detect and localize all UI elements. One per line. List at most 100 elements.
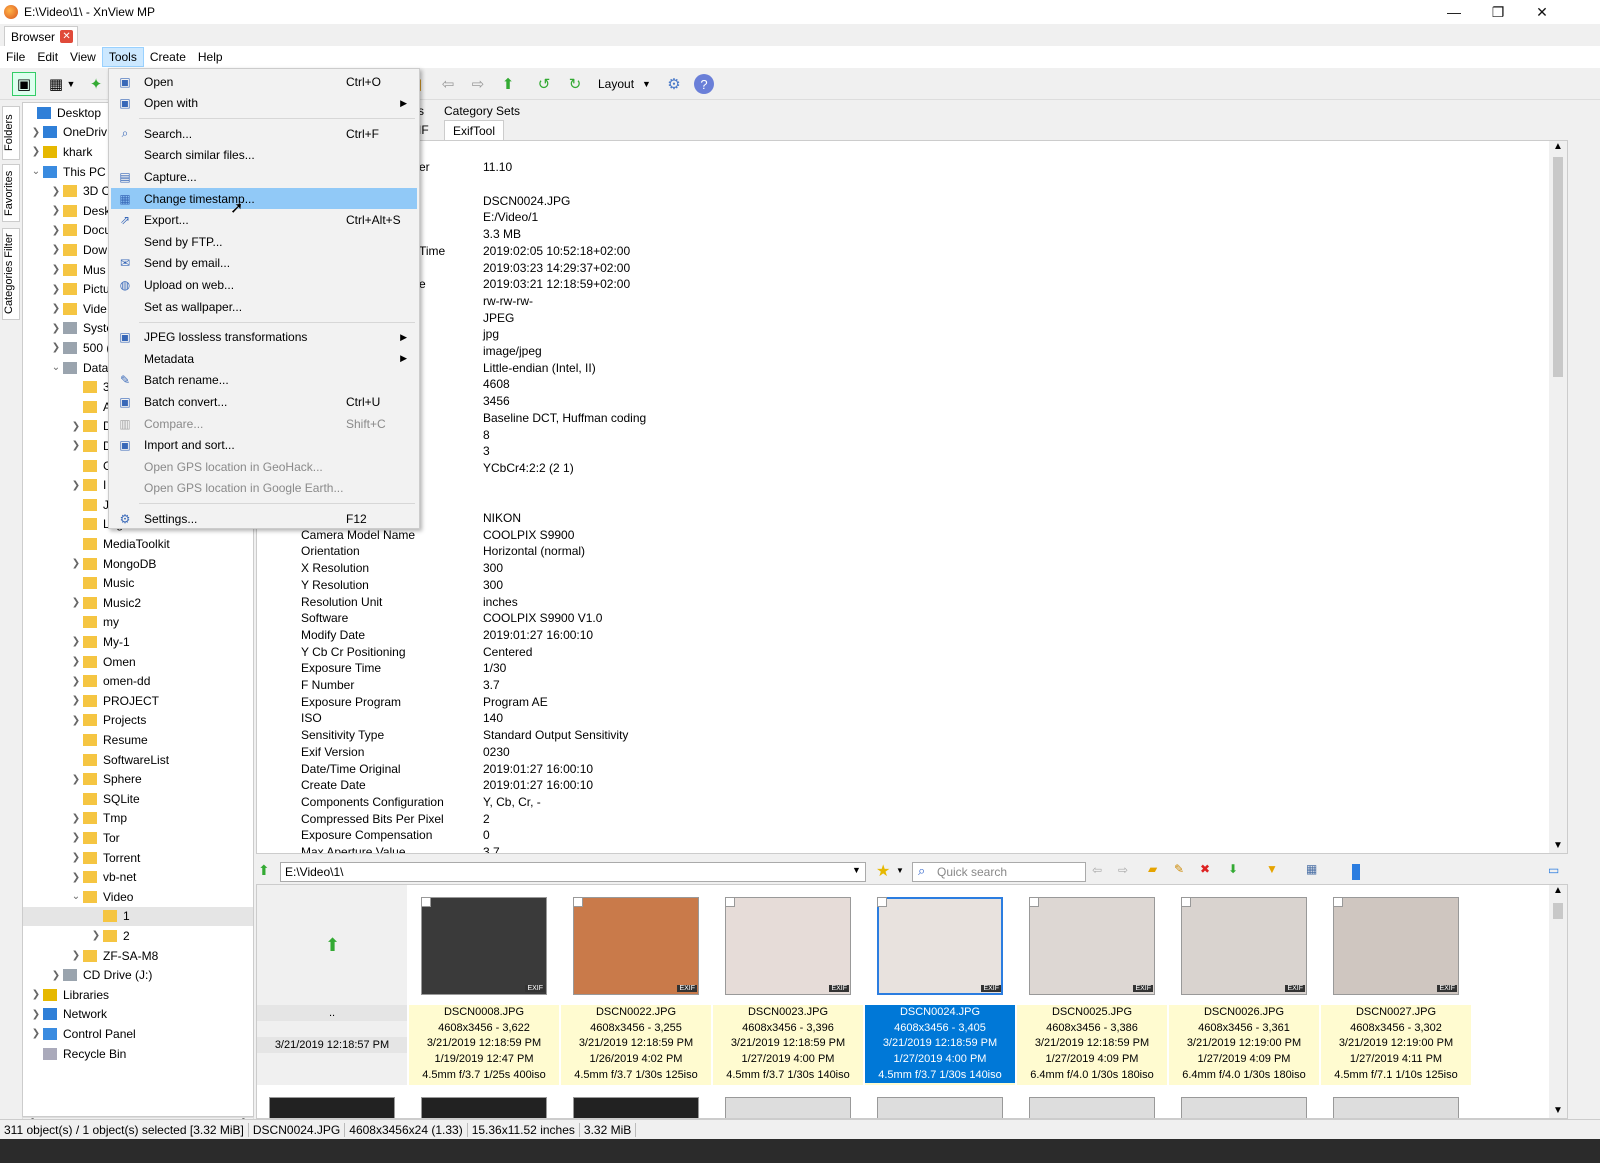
- tree-expand-arrow-icon[interactable]: ❯: [69, 813, 83, 824]
- thumbnail-checkbox[interactable]: [1333, 897, 1343, 907]
- layout-dropdown[interactable]: Layout ▼: [598, 72, 656, 96]
- refresh-icon[interactable]: ✦: [84, 72, 108, 96]
- slider-handle[interactable]: [1352, 864, 1360, 880]
- tree-expand-arrow-icon[interactable]: ❯: [29, 146, 43, 157]
- tree-item[interactable]: MediaToolkit: [69, 534, 170, 554]
- rotate-right-icon[interactable]: ↻: [563, 72, 587, 96]
- sort-icon[interactable]: ⬇: [1228, 862, 1238, 876]
- tab-exiftool[interactable]: ExifTool: [444, 120, 505, 140]
- tree-item[interactable]: ❯ I: [69, 475, 107, 495]
- tree-expand-arrow-icon[interactable]: ❯: [49, 225, 63, 236]
- tree-item[interactable]: ❯ Desk: [49, 201, 111, 221]
- thumbnail-checkbox[interactable]: [1029, 897, 1039, 907]
- tree-expand-arrow-icon[interactable]: ❯: [69, 852, 83, 863]
- tab-browser[interactable]: Browser ✕: [4, 26, 79, 46]
- menu-item-change-timestamp[interactable]: ▦ Change timestamp...: [111, 188, 417, 209]
- scroll-up-icon[interactable]: ▲: [1553, 141, 1563, 152]
- thumbnail-mode-icon[interactable]: ▦: [1306, 862, 1317, 876]
- thumbnail-cell[interactable]: EXIF DSCN0027.JPG 4608x3456 - 3,302 3/21/20…: [1321, 885, 1471, 1085]
- thumbnail-cell-partial[interactable]: [421, 1097, 547, 1118]
- tree-item[interactable]: ❯ Torrent: [69, 848, 141, 868]
- tree-expand-arrow-icon[interactable]: ❯: [49, 970, 63, 981]
- tree-item[interactable]: ❯ vb-net: [69, 867, 137, 887]
- tree-item[interactable]: my: [69, 613, 119, 633]
- thumbnail-cell-partial[interactable]: [1181, 1097, 1307, 1118]
- menu-item-import-and-sort[interactable]: ▣ Import and sort...: [111, 435, 417, 456]
- tree-item[interactable]: ❯ Omen: [69, 652, 136, 672]
- tree-expand-arrow-icon[interactable]: ⌄: [49, 362, 63, 373]
- tree-expand-arrow-icon[interactable]: ❯: [69, 480, 83, 491]
- tree-expand-arrow-icon[interactable]: ❯: [29, 989, 43, 1000]
- tree-item[interactable]: ⌄ Data: [49, 358, 109, 378]
- thumbnail-checkbox[interactable]: [421, 897, 431, 907]
- menu-view[interactable]: View: [64, 47, 102, 67]
- tree-expand-arrow-icon[interactable]: ❯: [49, 342, 63, 353]
- tree-expand-arrow-icon[interactable]: ❯: [69, 872, 83, 883]
- tree-item[interactable]: ❯ PROJECT: [69, 691, 159, 711]
- tree-item[interactable]: 3: [69, 377, 110, 397]
- menu-item-set-as-wallpaper[interactable]: Set as wallpaper...: [111, 296, 417, 317]
- tree-expand-arrow-icon[interactable]: ❯: [89, 930, 103, 941]
- star-filter-icon[interactable]: ★: [876, 861, 890, 881]
- thumbnail-cell-partial[interactable]: [725, 1097, 851, 1118]
- tree-item[interactable]: Music: [69, 573, 134, 593]
- menu-item-search[interactable]: ⌕ Search... Ctrl+F: [111, 123, 417, 144]
- menu-item-open-with[interactable]: ▣ Open with ▶: [111, 93, 417, 114]
- side-tab-folders[interactable]: Folders: [2, 106, 20, 160]
- tree-item[interactable]: SoftwareList: [69, 750, 169, 770]
- tree-expand-arrow-icon[interactable]: ❯: [69, 695, 83, 706]
- tree-item[interactable]: ❯ Music2: [69, 593, 141, 613]
- thumbnail-cell-partial[interactable]: [269, 1097, 395, 1118]
- minimize-button[interactable]: —: [1432, 0, 1476, 24]
- side-tab-categories-filter[interactable]: Categories Filter: [2, 228, 20, 320]
- star-dropdown-icon[interactable]: ▼: [896, 866, 904, 875]
- thumbnail-cell-partial[interactable]: [877, 1097, 1003, 1118]
- tree-item[interactable]: ❯ Mus: [49, 260, 106, 280]
- tree-expand-arrow-icon[interactable]: ❯: [69, 676, 83, 687]
- rotate-left-icon[interactable]: ↺: [532, 72, 556, 96]
- info-vertical-scrollbar[interactable]: ▲ ▼: [1549, 141, 1567, 853]
- parent-folder-icon[interactable]: ⬆: [496, 72, 520, 96]
- tree-item[interactable]: ⌄ Video: [69, 887, 134, 907]
- go-up-icon[interactable]: ⬆: [258, 862, 270, 879]
- thumbnail-cell[interactable]: EXIF DSCN0023.JPG 4608x3456 - 3,396 3/21/20…: [713, 885, 863, 1085]
- tree-expand-arrow-icon[interactable]: ❯: [49, 323, 63, 334]
- thumbnail-cell[interactable]: EXIF DSCN0024.JPG 4608x3456 - 3,405 3/21/20…: [865, 885, 1015, 1085]
- tree-item[interactable]: ⌄ This PC: [29, 162, 106, 182]
- tree-expand-arrow-icon[interactable]: ⌄: [29, 166, 43, 177]
- tab-category-sets[interactable]: Category Sets: [444, 104, 520, 118]
- tree-item[interactable]: ❯ Libraries: [29, 985, 109, 1005]
- tree-item[interactable]: ❯ Tmp: [69, 809, 127, 829]
- tree-expand-arrow-icon[interactable]: ❯: [49, 264, 63, 275]
- browser-view-icon[interactable]: ▣: [12, 72, 36, 96]
- tree-expand-arrow-icon[interactable]: ❯: [69, 774, 83, 785]
- close-tab-icon[interactable]: ✕: [60, 30, 74, 43]
- quick-search-input[interactable]: Quick search: [912, 862, 1086, 882]
- tree-item[interactable]: Recycle Bin: [29, 1044, 126, 1064]
- thumbs-vertical-scrollbar[interactable]: ▲ ▼: [1549, 885, 1567, 1118]
- tree-expand-arrow-icon[interactable]: ❯: [49, 303, 63, 314]
- tree-item[interactable]: G: [69, 456, 112, 476]
- scroll-thumb[interactable]: [1553, 157, 1563, 377]
- thumbnail-cell-partial[interactable]: [1029, 1097, 1155, 1118]
- menu-edit[interactable]: Edit: [31, 47, 64, 67]
- tree-item[interactable]: ❯ Network: [29, 1005, 107, 1025]
- menu-item-open[interactable]: ▣ Open Ctrl+O: [111, 71, 417, 92]
- tree-expand-arrow-icon[interactable]: ❯: [29, 1009, 43, 1020]
- tree-item[interactable]: ❯ khark: [29, 142, 93, 162]
- path-input[interactable]: E:\Video\1\: [280, 862, 866, 882]
- tree-expand-arrow-icon[interactable]: ❯: [69, 421, 83, 432]
- tree-item[interactable]: A: [69, 397, 111, 417]
- rename-icon[interactable]: ✎: [1174, 862, 1184, 876]
- menu-item-metadata[interactable]: Metadata ▶: [111, 348, 417, 369]
- tree-item[interactable]: SQLite: [69, 789, 140, 809]
- thumbnail-image[interactable]: [421, 897, 547, 995]
- tree-item[interactable]: ❯D: [69, 436, 112, 456]
- thumbnail-cell-partial[interactable]: [1333, 1097, 1459, 1118]
- tree-expand-arrow-icon[interactable]: ❯: [69, 656, 83, 667]
- filter-icon[interactable]: ▼: [1266, 862, 1278, 876]
- tree-item[interactable]: ❯ Vide: [49, 299, 107, 319]
- help-icon[interactable]: ?: [692, 72, 716, 96]
- tree-expand-arrow-icon[interactable]: ❯: [49, 244, 63, 255]
- menu-create[interactable]: Create: [144, 47, 192, 67]
